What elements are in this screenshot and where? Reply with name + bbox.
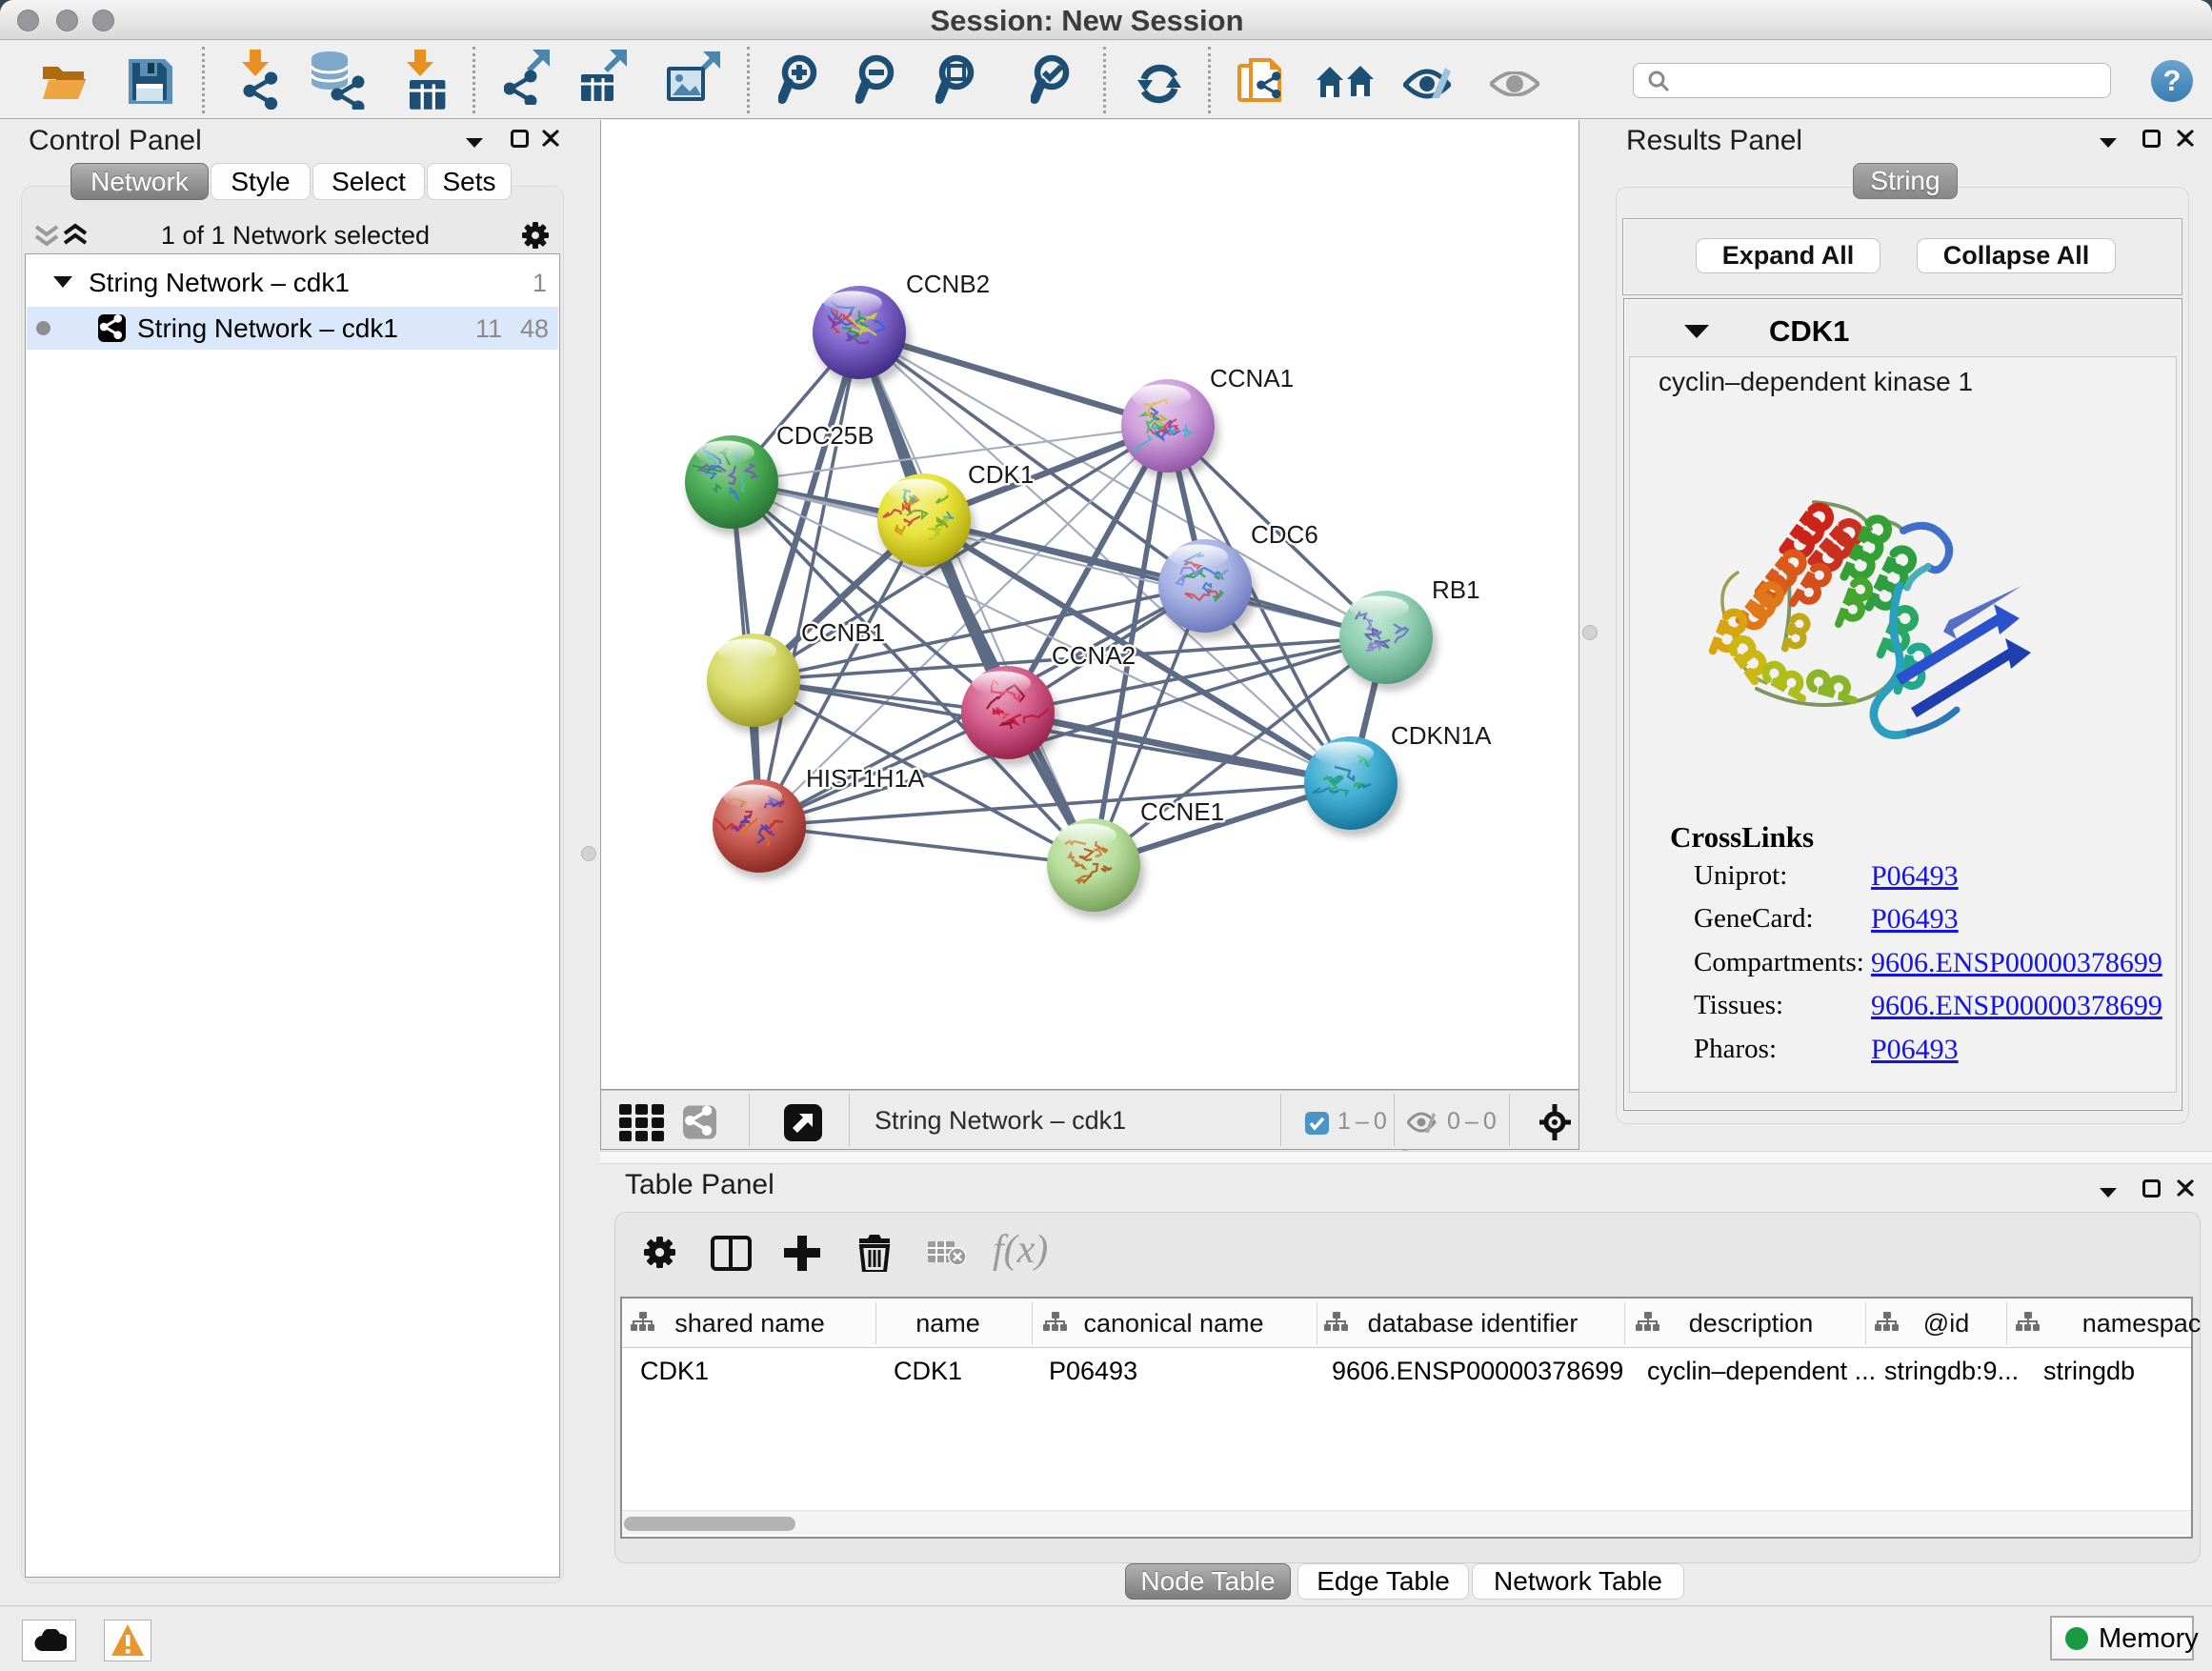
svg-text:CCNB2: CCNB2 bbox=[906, 270, 990, 298]
svg-text:CDKN1A: CDKN1A bbox=[1391, 721, 1492, 750]
svg-text:CCNB1: CCNB1 bbox=[801, 618, 885, 647]
svg-text:CDC25B: CDC25B bbox=[776, 421, 875, 450]
svg-text:HIST1H1A: HIST1H1A bbox=[806, 764, 925, 793]
svg-text:CDK1: CDK1 bbox=[968, 460, 1034, 489]
svg-text:CCNE1: CCNE1 bbox=[1140, 797, 1224, 826]
svg-text:CCNA1: CCNA1 bbox=[1210, 364, 1294, 393]
svg-text:CDC6: CDC6 bbox=[1251, 520, 1318, 549]
svg-text:RB1: RB1 bbox=[1432, 575, 1480, 604]
svg-text:CCNA2: CCNA2 bbox=[1052, 641, 1136, 670]
